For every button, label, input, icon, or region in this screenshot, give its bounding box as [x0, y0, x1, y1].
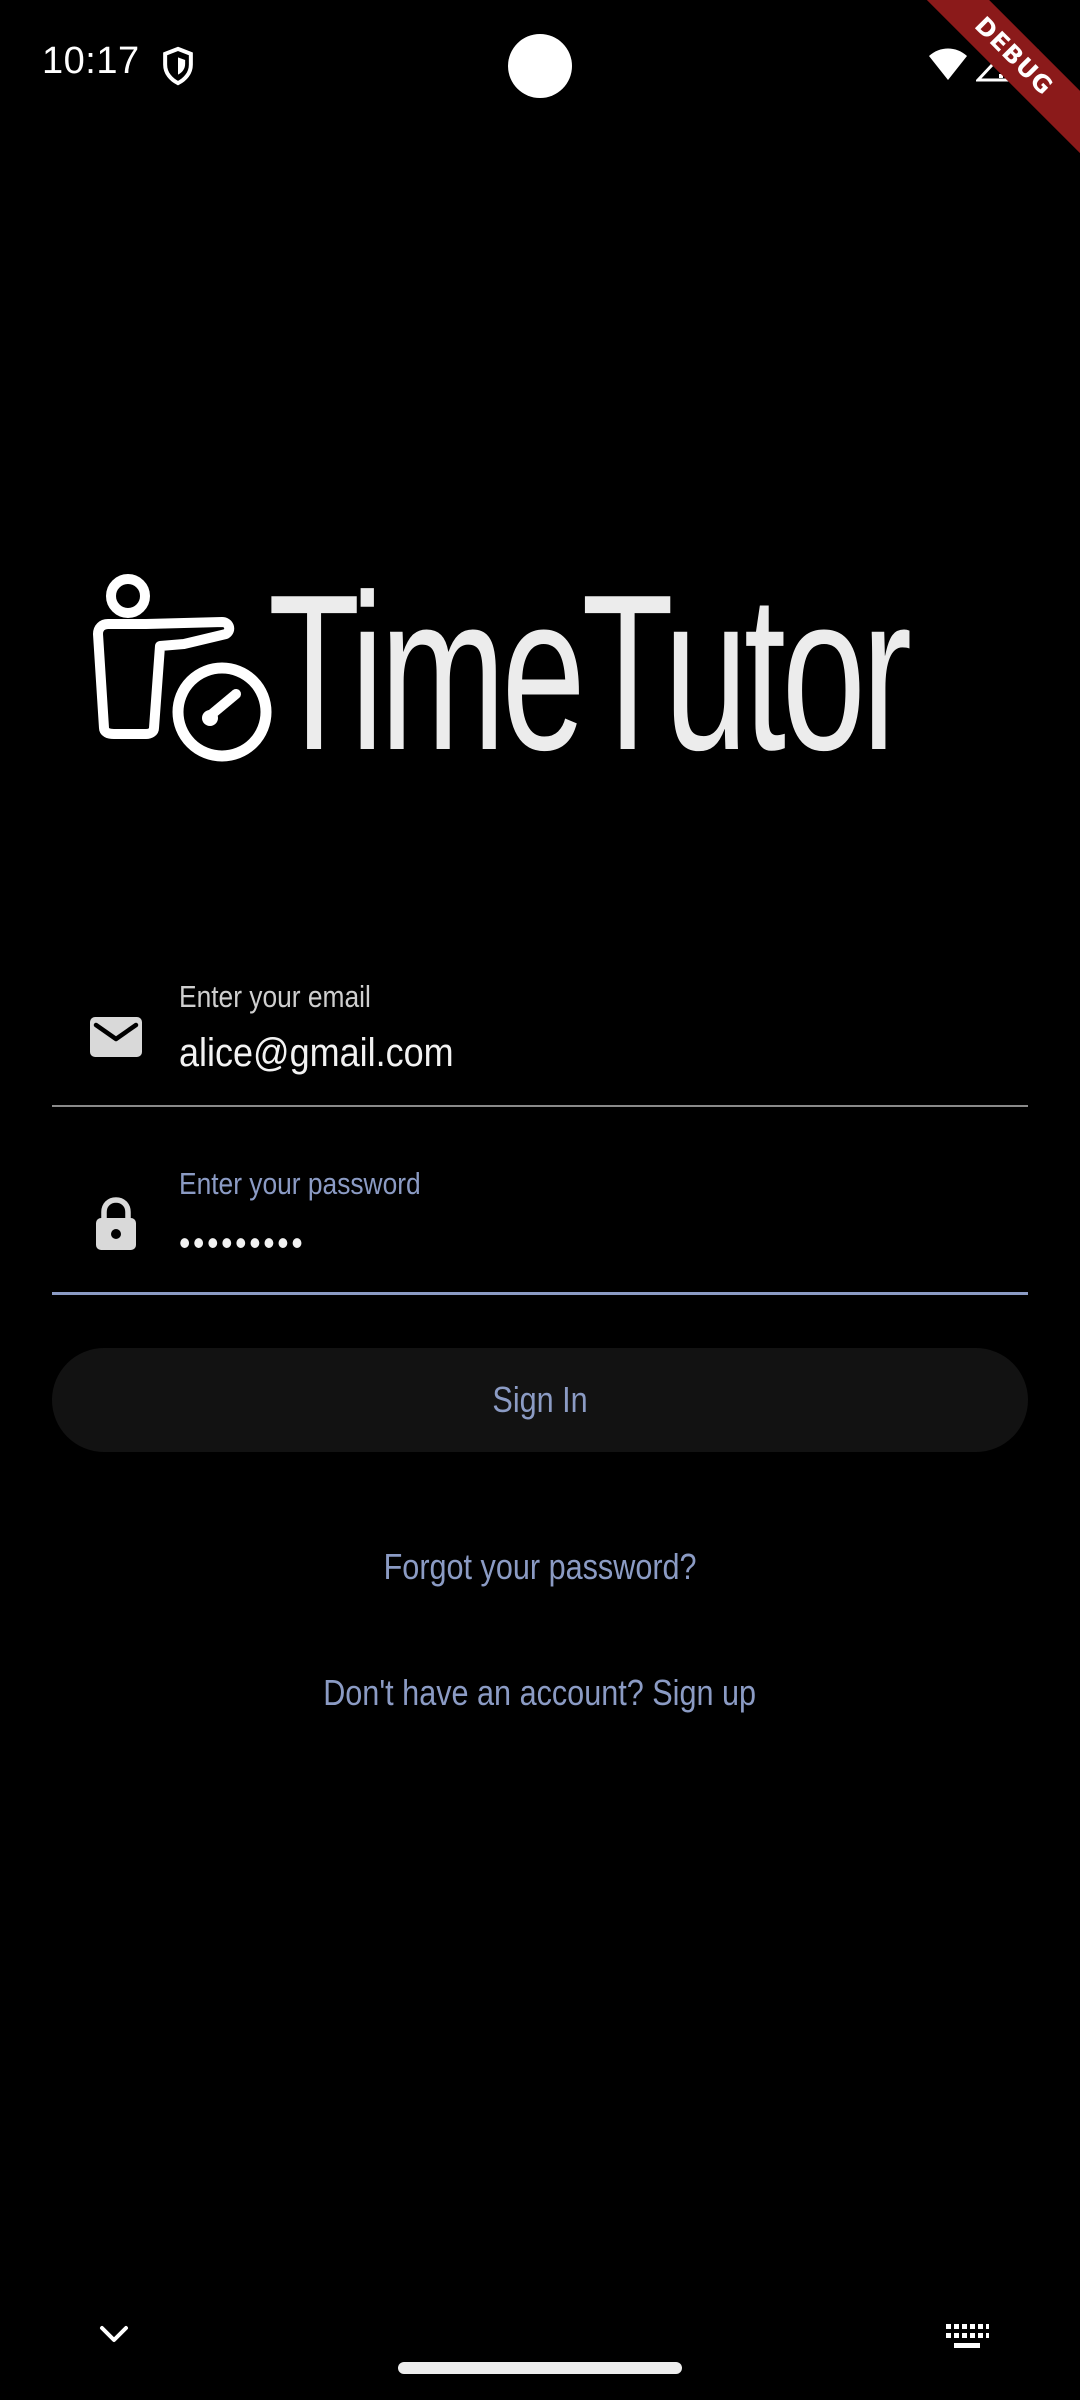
wifi-icon: [929, 48, 967, 80]
keyboard-icon[interactable]: [944, 2322, 990, 2352]
email-label: Enter your email: [179, 979, 371, 1014]
sign-up-label: Don't have an account? Sign up: [323, 1672, 757, 1713]
app-logo: TimeTutor: [84, 549, 1004, 797]
lock-icon: [96, 1197, 136, 1250]
chevron-down-icon[interactable]: [96, 2322, 132, 2346]
status-time: 10:17: [42, 40, 140, 82]
sign-in-button[interactable]: Sign In: [52, 1348, 1028, 1452]
status-bar: 10:17 DEBUG: [0, 0, 1080, 164]
password-field[interactable]: Enter your password •••••••••: [52, 1142, 1028, 1295]
forgot-password-label: Forgot your password?: [383, 1546, 697, 1587]
password-label: Enter your password: [179, 1166, 421, 1201]
password-input[interactable]: •••••••••: [179, 1222, 899, 1264]
shield-icon: [163, 46, 193, 86]
email-input[interactable]: alice@gmail.com: [179, 1031, 899, 1076]
camera-cutout: [508, 34, 572, 98]
login-screen: 10:17 DEBUG TimeTutor Enter your email a…: [0, 0, 1080, 2400]
app-logo-text: TimeTutor: [268, 549, 912, 797]
email-field[interactable]: Enter your email alice@gmail.com: [52, 955, 1028, 1107]
tutor-clock-logo-icon: [93, 574, 272, 762]
home-indicator[interactable]: [398, 2362, 682, 2374]
sign-up-link[interactable]: Don't have an account? Sign up: [0, 1672, 1080, 1714]
sign-in-label: Sign In: [492, 1379, 588, 1420]
forgot-password-link[interactable]: Forgot your password?: [0, 1546, 1080, 1588]
mail-icon: [90, 1017, 142, 1057]
